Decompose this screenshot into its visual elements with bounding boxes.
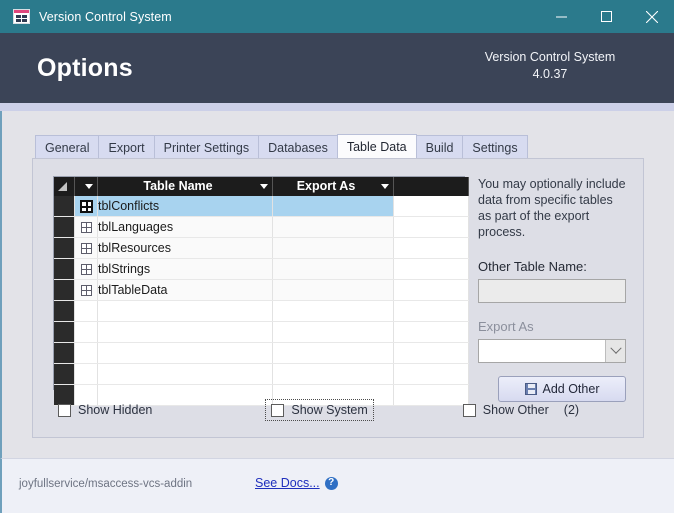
grid-column-filler (393, 177, 469, 196)
grid-column-table-name[interactable]: Table Name (97, 177, 273, 196)
row-selector[interactable] (54, 363, 75, 385)
row-selector[interactable] (54, 196, 75, 217)
title-bar: Version Control System (0, 0, 674, 33)
tab-build[interactable]: Build (415, 135, 464, 159)
row-selector[interactable] (54, 342, 75, 364)
row-selector[interactable] (54, 237, 75, 259)
tab-settings[interactable]: Settings (462, 135, 528, 159)
checkbox-label: Show Other (482, 403, 549, 417)
cell-table-name[interactable]: tblConflicts (97, 196, 273, 217)
cell-table-name[interactable]: tblResources (97, 237, 273, 259)
window-controls (539, 0, 674, 33)
checkbox-label: Show Hidden (78, 403, 153, 417)
table-row[interactable]: tblStrings (54, 258, 469, 280)
other-table-name-input[interactable] (478, 279, 626, 303)
row-selector[interactable] (54, 216, 75, 238)
cell-export-as[interactable] (272, 196, 394, 217)
close-button[interactable] (629, 0, 674, 33)
row-selector[interactable] (54, 321, 75, 343)
checkbox-show-system[interactable]: Show System (265, 399, 374, 421)
select-all-corner[interactable] (54, 177, 75, 196)
tab-bar: General Export Printer Settings Database… (35, 134, 528, 159)
cell-export-as[interactable] (272, 216, 394, 238)
row-table-icon (74, 216, 98, 238)
options-window: Version Control System Options Version C… (0, 0, 674, 513)
cell-filler (393, 279, 469, 301)
cell-filler (393, 258, 469, 280)
footer-bar: joyfullservice/msaccess-vcs-addin See Do… (0, 458, 674, 513)
cell-filler (393, 237, 469, 259)
tab-general[interactable]: General (35, 135, 100, 159)
checkbox-show-other[interactable]: Show Other (458, 400, 554, 420)
row-table-icon (74, 237, 98, 259)
row-table-icon (74, 258, 98, 280)
checkbox-box[interactable] (271, 403, 285, 417)
table-row-empty[interactable] (54, 342, 469, 364)
save-icon (524, 383, 537, 395)
page-banner: Options Version Control System 4.0.37 (0, 33, 674, 103)
tab-databases[interactable]: Databases (258, 135, 338, 159)
access-table-icon (13, 9, 30, 24)
chevron-down-icon (381, 184, 389, 189)
chevron-down-icon (85, 184, 93, 189)
table-row-empty[interactable] (54, 300, 469, 322)
minimize-button[interactable] (539, 0, 584, 33)
table-row-empty[interactable] (54, 321, 469, 343)
chevron-down-icon[interactable] (605, 340, 625, 362)
table-row[interactable]: tblLanguages (54, 216, 469, 238)
row-selector[interactable] (54, 300, 75, 322)
row-selector[interactable] (54, 258, 75, 280)
side-form: You may optionally include data from spe… (478, 176, 626, 402)
see-docs-link[interactable]: See Docs... (255, 476, 320, 490)
table-data-panel: Table Name Export As tblConflicts tblLan… (32, 158, 644, 438)
cell-export-as[interactable] (272, 258, 394, 280)
table-row[interactable]: tblTableData (54, 279, 469, 301)
export-as-label: Export As (478, 319, 534, 334)
window-title: Version Control System (39, 9, 172, 24)
add-other-label: Add Other (542, 382, 600, 396)
docs-link-group[interactable]: See Docs... ? (255, 476, 338, 490)
tab-printer-settings[interactable]: Printer Settings (153, 135, 260, 159)
product-name: Version Control System (484, 50, 616, 64)
tab-export[interactable]: Export (98, 135, 155, 159)
tables-grid[interactable]: Table Name Export As tblConflicts tblLan… (53, 176, 469, 406)
checkbox-box[interactable] (462, 403, 476, 417)
row-selector[interactable] (54, 279, 75, 301)
cell-filler (393, 196, 469, 217)
help-circle-icon[interactable]: ? (324, 476, 338, 490)
table-row[interactable]: tblConflicts (54, 196, 469, 217)
product-version: 4.0.37 (532, 67, 568, 81)
checkbox-box[interactable] (58, 403, 71, 417)
cell-filler (393, 216, 469, 238)
table-row[interactable]: tblResources (54, 237, 469, 259)
cell-table-name[interactable]: tblTableData (97, 279, 273, 301)
checkbox-show-hidden[interactable]: Show Hidden (53, 400, 157, 420)
grid-header-row: Table Name Export As (54, 177, 469, 196)
row-table-icon (74, 279, 98, 301)
checkbox-label: Show System (291, 403, 368, 417)
grid-column-icon[interactable] (74, 177, 98, 196)
product-info: Version Control System 4.0.37 (450, 49, 650, 83)
table-row-empty[interactable] (54, 363, 469, 385)
grid-body: tblConflicts tblLanguages tblResources t… (54, 196, 469, 406)
cell-export-as[interactable] (272, 237, 394, 259)
filter-checkboxes: Show Hidden Show System Show Other (2) (53, 399, 625, 421)
tab-table-data[interactable]: Table Data (336, 134, 417, 159)
chevron-down-icon (260, 184, 268, 189)
maximize-button[interactable] (584, 0, 629, 33)
other-table-name-label: Other Table Name: (478, 259, 587, 274)
cell-export-as[interactable] (272, 279, 394, 301)
banner-divider-strip (0, 103, 674, 111)
export-as-select[interactable] (478, 339, 626, 363)
options-body: General Export Printer Settings Database… (0, 111, 674, 458)
page-title: Options (37, 53, 133, 82)
repo-credit: joyfullservice/msaccess-vcs-addin (19, 478, 193, 490)
show-other-count: (2) (563, 403, 580, 417)
cell-table-name[interactable]: tblLanguages (97, 216, 273, 238)
cell-table-name[interactable]: tblStrings (97, 258, 273, 280)
row-table-icon (74, 196, 98, 217)
side-help-text: You may optionally include data from spe… (478, 177, 626, 239)
grid-column-export-as[interactable]: Export As (272, 177, 394, 196)
